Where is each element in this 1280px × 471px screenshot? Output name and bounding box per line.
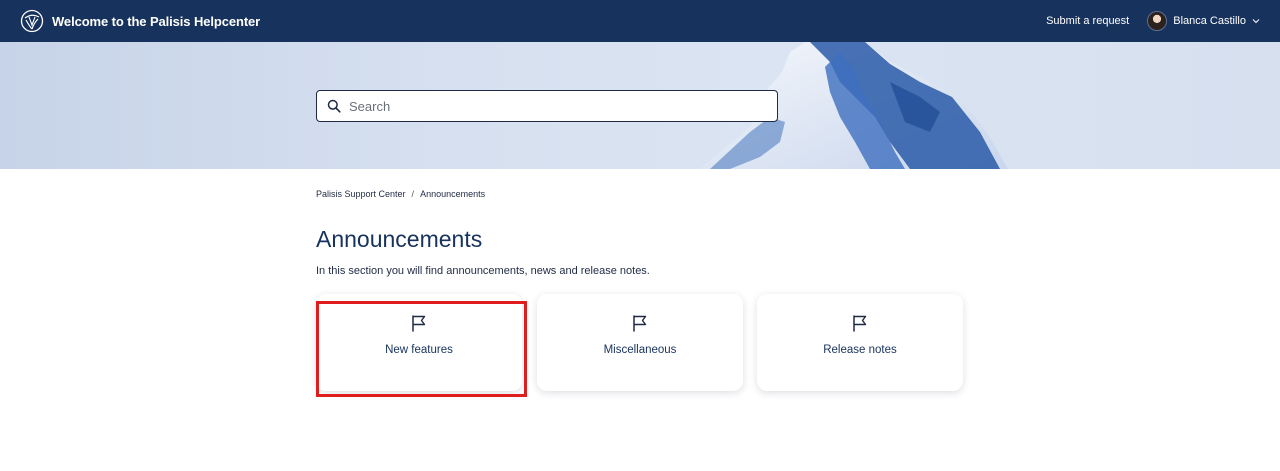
chevron-down-icon xyxy=(1252,19,1260,24)
hero-banner xyxy=(0,42,1280,169)
page-title: Announcements xyxy=(316,226,483,252)
section-description: In this section you will find announceme… xyxy=(316,265,650,277)
card-release-notes[interactable]: Release notes xyxy=(757,294,963,391)
search-icon xyxy=(327,99,341,113)
flag-icon xyxy=(412,315,426,332)
submit-request-link[interactable]: Submit a request xyxy=(1046,15,1129,27)
palisis-logo-icon xyxy=(20,9,44,33)
top-nav-bar: Welcome to the Palisis Helpcenter Submit… xyxy=(0,0,1280,42)
card-label: Miscellaneous xyxy=(603,344,677,356)
search-box[interactable] xyxy=(316,90,778,122)
flag-icon xyxy=(853,315,867,332)
search-input[interactable] xyxy=(349,98,769,114)
breadcrumb-item-home[interactable]: Palisis Support Center xyxy=(316,189,406,199)
breadcrumb: Palisis Support Center / Announcements xyxy=(316,189,485,199)
user-name: Blanca Castillo xyxy=(1173,15,1246,27)
flag-icon xyxy=(633,315,647,332)
user-menu[interactable]: Blanca Castillo xyxy=(1147,11,1260,31)
card-label: Release notes xyxy=(823,344,897,356)
avatar xyxy=(1147,11,1168,31)
breadcrumb-item-announcements[interactable]: Announcements xyxy=(420,189,485,199)
card-new-features[interactable]: New features xyxy=(316,294,522,391)
card-label: New features xyxy=(385,344,453,356)
card-miscellaneous[interactable]: Miscellaneous xyxy=(537,294,743,391)
brand[interactable]: Welcome to the Palisis Helpcenter xyxy=(20,9,260,33)
site-title: Welcome to the Palisis Helpcenter xyxy=(52,13,261,29)
breadcrumb-separator: / xyxy=(411,189,415,199)
